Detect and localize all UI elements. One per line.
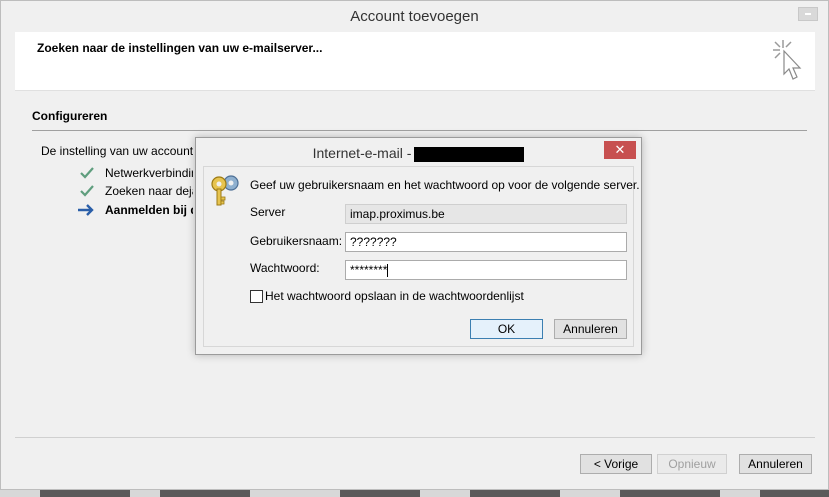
back-button[interactable]: < Vorige: [580, 454, 652, 474]
step-label: Aanmelden bij de: [105, 203, 193, 217]
background-photo-strip: [0, 490, 829, 497]
text-caret: [387, 264, 389, 278]
username-label: Gebruikersnaam:: [250, 234, 343, 248]
dialog-cancel-button[interactable]: Annuleren: [554, 319, 627, 339]
step-item: Zoeken naar deja: [79, 183, 193, 199]
remember-password-checkbox[interactable]: [250, 290, 263, 303]
step-item-current: Aanmelden bij de: [78, 202, 193, 218]
keys-icon: [211, 175, 239, 206]
password-value: ********: [350, 263, 388, 277]
server-field: imap.proximus.be: [345, 204, 627, 224]
dialog-title-text: Internet-e-mail -: [312, 145, 412, 161]
cancel-button[interactable]: Annuleren: [739, 454, 812, 474]
dialog-close-button[interactable]: ✕: [604, 141, 636, 159]
section-title: Configureren: [32, 109, 108, 123]
remember-password-label[interactable]: Het wachtwoord opslaan in de wachtwoorde…: [265, 289, 524, 303]
check-icon: [79, 183, 105, 199]
username-input[interactable]: ???????: [345, 232, 627, 252]
retry-button[interactable]: Opnieuw: [657, 454, 727, 474]
step-label: Netwerkverbinding: [105, 166, 193, 180]
dialog-title: Internet-e-mail -: [196, 138, 641, 166]
footer-divider: [15, 437, 815, 438]
cursor-sparkle-icon: [773, 40, 802, 80]
redacted-account-name: [414, 146, 525, 162]
window-title: Account toevoegen: [350, 8, 479, 25]
step-label: Zoeken naar deja: [105, 184, 193, 198]
arrow-right-icon: [78, 202, 105, 218]
password-label: Wachtwoord:: [250, 261, 320, 275]
header-panel: Zoeken naar de instellingen van uw e-mai…: [15, 32, 815, 91]
dialog-prompt: Geef uw gebruikersnaam en het wachtwoord…: [250, 178, 640, 192]
configuring-description: De instelling van uw account wordt gecon…: [41, 144, 201, 158]
check-icon: [79, 165, 105, 181]
window-close-button[interactable]: [798, 7, 818, 21]
section-divider: [32, 130, 807, 131]
ok-button[interactable]: OK: [470, 319, 543, 339]
header-text: Zoeken naar de instellingen van uw e-mai…: [37, 41, 323, 55]
password-input[interactable]: ********: [345, 260, 627, 280]
server-label: Server: [250, 205, 286, 219]
internet-email-dialog: Internet-e-mail - ✕ Geef uw gebruikersna…: [195, 137, 642, 355]
step-item: Netwerkverbinding: [79, 165, 193, 181]
